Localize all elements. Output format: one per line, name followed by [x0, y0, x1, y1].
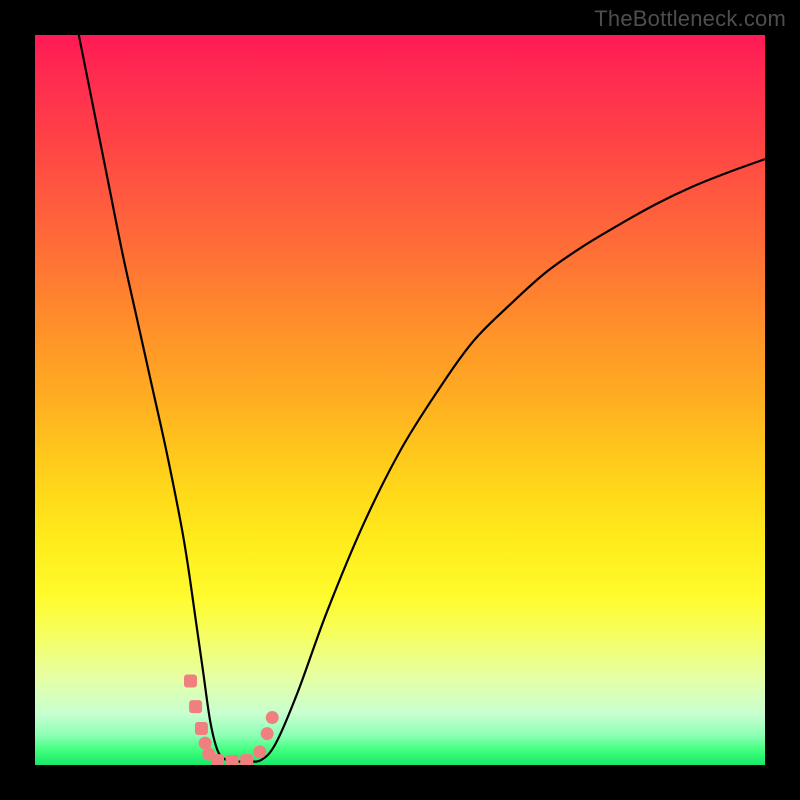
marker-point — [266, 711, 279, 724]
marker-point — [240, 754, 253, 765]
marker-point — [195, 722, 208, 735]
attribution-watermark: TheBottleneck.com — [594, 6, 786, 32]
marker-point — [253, 745, 266, 758]
marker-point — [261, 727, 274, 740]
chart-container: TheBottleneck.com — [0, 0, 800, 800]
plot-area — [35, 35, 765, 765]
bottleneck-curve-path — [79, 35, 765, 762]
markers-group — [184, 675, 279, 765]
marker-point — [189, 700, 202, 713]
marker-point — [184, 675, 197, 688]
marker-point — [211, 754, 224, 765]
chart-svg — [35, 35, 765, 765]
marker-point — [226, 755, 239, 765]
